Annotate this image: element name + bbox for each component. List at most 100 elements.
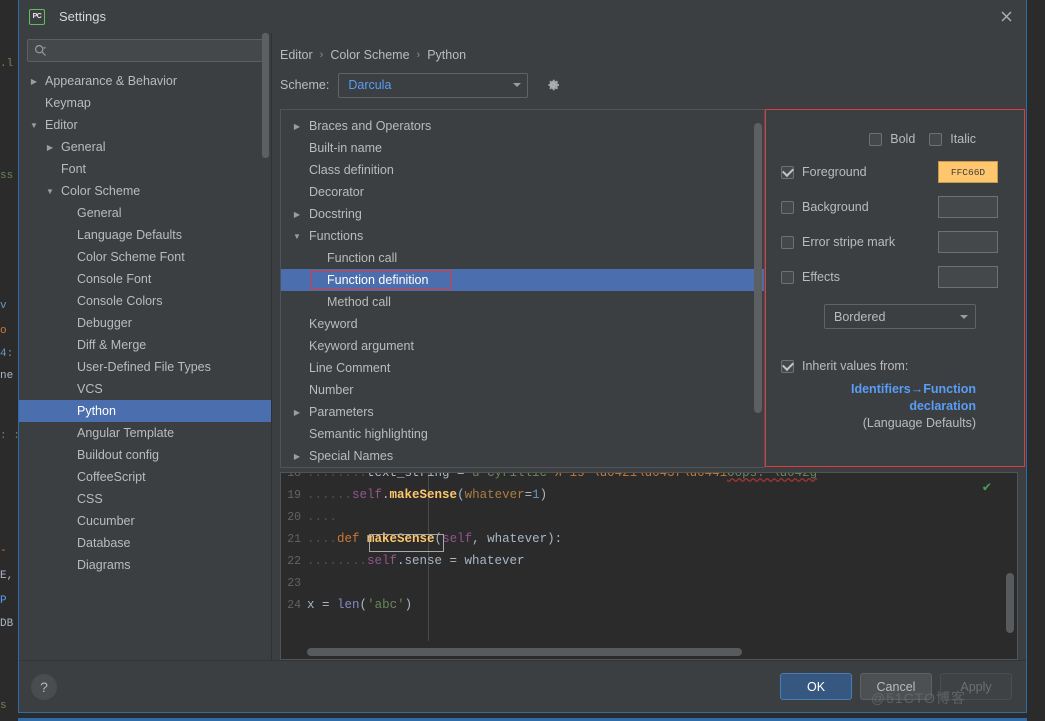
sidebar-item-editor[interactable]: ▼ Editor [19, 114, 271, 136]
chevron-right-icon[interactable]: ▶ [289, 452, 305, 461]
code-line: 18 ........text_string = u'Cyrillic я is… [281, 472, 1017, 484]
sidebar-item-label: Console Colors [77, 294, 163, 308]
ok-button[interactable]: OK [780, 673, 852, 700]
scheme-tree-item-semantic-highlighting[interactable]: Semantic highlighting [281, 423, 764, 445]
sidebar-item-cucumber[interactable]: Cucumber [19, 510, 271, 532]
code-preview[interactable]: 18 ........text_string = u'Cyrillic я is… [280, 472, 1018, 660]
chevron-down-icon[interactable]: ▼ [43, 187, 57, 196]
search-input[interactable] [47, 43, 256, 58]
sidebar-item-console-font[interactable]: Console Font [19, 268, 271, 290]
sidebar-item-diff-merge[interactable]: Diff & Merge [19, 334, 271, 356]
sidebar-item-general[interactable]: General [19, 202, 271, 224]
breadcrumb: Editor › Color Scheme › Python [272, 33, 1026, 65]
gear-icon[interactable] [545, 77, 561, 93]
breadcrumb-item[interactable]: Python [427, 48, 466, 62]
scheme-tree-item-functions[interactable]: ▼ Functions [281, 225, 764, 247]
scheme-tree-item-keyword-argument[interactable]: Keyword argument [281, 335, 764, 357]
bold-checkbox[interactable] [869, 132, 883, 146]
effects-checkbox[interactable] [781, 270, 794, 284]
sidebar-item-css[interactable]: CSS [19, 488, 271, 510]
chevron-down-icon[interactable]: ▼ [289, 232, 305, 241]
sidebar-item-keymap[interactable]: Keymap [19, 92, 271, 114]
preview-horizontal-scrollbar[interactable] [307, 648, 742, 656]
sidebar-item-general[interactable]: ▶ General [19, 136, 271, 158]
sidebar-scrollbar[interactable] [262, 33, 269, 660]
sidebar-item-buildout-config[interactable]: Buildout config [19, 444, 271, 466]
sidebar-scrollbar-thumb[interactable] [262, 33, 269, 158]
token-expr: .sense = whatever [397, 554, 525, 568]
sidebar-item-appearance-behavior[interactable]: ▶ Appearance & Behavior [19, 70, 271, 92]
chevron-right-icon[interactable]: ▶ [289, 408, 305, 417]
cancel-button[interactable]: Cancel [860, 673, 932, 700]
background-checkbox[interactable] [781, 200, 794, 214]
sidebar-item-console-colors[interactable]: Console Colors [19, 290, 271, 312]
italic-checkbox[interactable] [929, 132, 943, 146]
token-paren: ( [457, 488, 465, 502]
breadcrumb-item[interactable]: Editor [280, 48, 313, 62]
bold-checkbox-group[interactable]: Bold [869, 132, 915, 146]
chevron-right-icon[interactable]: ▶ [289, 122, 305, 131]
background-label: Background [802, 200, 869, 214]
breadcrumb-item[interactable]: Color Scheme [330, 48, 409, 62]
inherit-label: Inherit values from: [802, 359, 909, 373]
scheme-tree-scrollbar-thumb[interactable] [754, 123, 762, 413]
background-code-fragment: s [0, 700, 7, 712]
error-stripe-mark-checkbox[interactable] [781, 235, 794, 249]
token-string: 'abc' [367, 598, 405, 612]
background-code-fragment: .l [0, 58, 14, 70]
scheme-dropdown[interactable]: Darcula [338, 72, 529, 98]
token-number: 1 [532, 488, 540, 502]
scheme-tree-item-decorator[interactable]: Decorator [281, 181, 764, 203]
scheme-tree-item-number[interactable]: Number [281, 379, 764, 401]
scheme-tree-item-class-definition[interactable]: Class definition [281, 159, 764, 181]
chevron-right-icon[interactable]: ▶ [289, 210, 305, 219]
chevron-right-icon[interactable]: ▶ [27, 77, 41, 86]
inherit-checkbox[interactable] [781, 359, 794, 373]
token-paren: ) [539, 488, 548, 502]
error-stripe-mark-color-swatch[interactable] [938, 231, 998, 253]
inspection-ok-icon: ✔ [982, 480, 991, 496]
background-color-swatch[interactable] [938, 196, 998, 218]
effects-color-swatch[interactable] [938, 266, 998, 288]
search-field[interactable] [27, 39, 263, 62]
effect-type-dropdown[interactable]: Bordered [824, 304, 976, 329]
sidebar-item-color-scheme-font[interactable]: Color Scheme Font [19, 246, 271, 268]
sidebar-item-coffeescript[interactable]: CoffeeScript [19, 466, 271, 488]
sidebar-item-angular-template[interactable]: Angular Template [19, 422, 271, 444]
help-button[interactable]: ? [31, 673, 57, 700]
sidebar-item-label: CoffeeScript [77, 470, 146, 484]
sidebar-item-diagrams[interactable]: Diagrams [19, 554, 271, 576]
inherit-source-link[interactable]: Identifiers→Function declaration [851, 382, 976, 413]
scheme-tree-item-method-call[interactable]: Method call [281, 291, 764, 313]
sidebar-item-language-defaults[interactable]: Language Defaults [19, 224, 271, 246]
scheme-tree-item-function-call[interactable]: Function call [281, 247, 764, 269]
sidebar-item-font[interactable]: Font [19, 158, 271, 180]
sidebar-item-label: User-Defined File Types [77, 360, 211, 374]
scheme-tree-item-special-names[interactable]: ▶ Special Names [281, 445, 764, 467]
scheme-tree-item-docstring[interactable]: ▶ Docstring [281, 203, 764, 225]
close-icon[interactable] [992, 3, 1020, 31]
foreground-color-swatch[interactable]: FFC66D [938, 161, 998, 183]
chevron-right-icon[interactable]: ▶ [43, 143, 57, 152]
scheme-tree-item-parameters[interactable]: ▶ Parameters [281, 401, 764, 423]
sidebar-item-color-scheme[interactable]: ▼ Color Scheme [19, 180, 271, 202]
italic-checkbox-group[interactable]: Italic [929, 132, 976, 146]
sidebar-item-vcs[interactable]: VCS [19, 378, 271, 400]
token-string-typo: Oops. \u042g [727, 472, 818, 480]
scheme-tree-item-built-in-name[interactable]: Built-in name [281, 137, 764, 159]
sidebar-item-python[interactable]: Python [19, 400, 271, 422]
preview-vertical-scrollbar[interactable] [1006, 573, 1014, 633]
settings-content: Editor › Color Scheme › Python Scheme: Darcu… [271, 33, 1026, 660]
code-text: ....def makeSense(self, whatever): [307, 532, 1017, 552]
sidebar-item-database[interactable]: Database [19, 532, 271, 554]
chevron-down-icon[interactable]: ▼ [27, 121, 41, 130]
token-var: x [307, 598, 315, 612]
scheme-tree-item-line-comment[interactable]: Line Comment [281, 357, 764, 379]
foreground-checkbox[interactable] [781, 165, 794, 179]
scheme-tree-item-function-definition[interactable]: Function definition [281, 269, 764, 291]
scheme-tree-item-braces-and-operators[interactable]: ▶ Braces and Operators [281, 115, 764, 137]
scheme-tree-scrollbar[interactable] [754, 113, 762, 464]
scheme-tree-item-keyword[interactable]: Keyword [281, 313, 764, 335]
sidebar-item-debugger[interactable]: Debugger [19, 312, 271, 334]
sidebar-item-user-defined-file-types[interactable]: User-Defined File Types [19, 356, 271, 378]
